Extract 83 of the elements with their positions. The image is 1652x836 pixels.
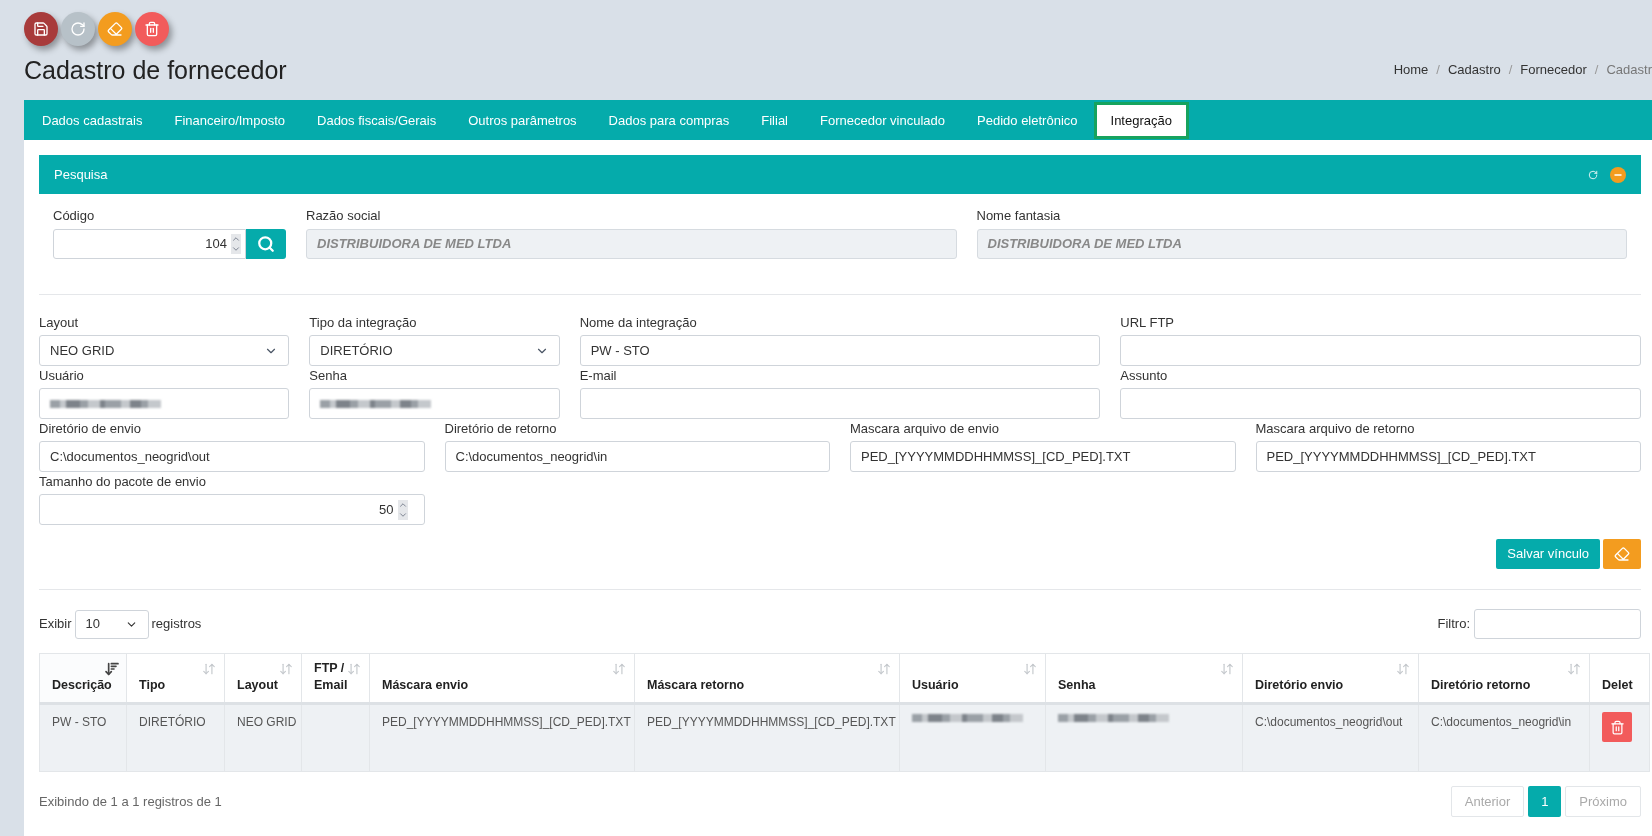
table-cell: C:\documentos_neogrid\out bbox=[1255, 715, 1403, 729]
filter-field[interactable] bbox=[1474, 609, 1641, 639]
table-cell: PED_[YYYYMMDDHHMMSS]_[CD_PED].TXT bbox=[647, 715, 896, 729]
tab[interactable]: Integração bbox=[1093, 102, 1189, 139]
column-header[interactable]: Senha bbox=[1045, 653, 1243, 704]
field-label: Nome da integração bbox=[579, 315, 698, 330]
table-cell: PW - STO bbox=[52, 715, 107, 729]
column-header[interactable]: Layout bbox=[224, 653, 302, 704]
breadcrumb-separator: / bbox=[1593, 60, 1600, 79]
refresh-icon[interactable] bbox=[1588, 169, 1598, 180]
breadcrumb-link[interactable]: Home bbox=[1393, 59, 1429, 79]
input-field[interactable] bbox=[579, 388, 1101, 419]
field-label: Assunto bbox=[1120, 368, 1169, 383]
collapse-button[interactable] bbox=[1610, 166, 1626, 183]
eraser-button[interactable] bbox=[1603, 539, 1641, 569]
column-header[interactable]: Máscara envio bbox=[369, 653, 635, 704]
field-label: E-mail bbox=[579, 368, 618, 383]
delete-row-button[interactable] bbox=[1602, 712, 1632, 742]
breadcrumb-link[interactable]: Cadastr bbox=[1606, 59, 1652, 79]
sort-icon[interactable] bbox=[104, 661, 120, 677]
input-field: DISTRIBUIDORA DE MED LTDA bbox=[976, 229, 1627, 259]
input-field[interactable] bbox=[1120, 388, 1641, 419]
column-header[interactable]: Delet bbox=[1589, 653, 1650, 704]
spinner-icon[interactable] bbox=[397, 499, 408, 520]
column-header[interactable]: Diretório envio bbox=[1242, 653, 1419, 704]
breadcrumb-link[interactable]: Fornecedor bbox=[1520, 59, 1587, 79]
number-field[interactable]: 50 bbox=[39, 494, 425, 525]
field-label: Mascara arquivo de retorno bbox=[1255, 421, 1416, 436]
records-info: Exibindo de 1 a 1 registros de 1 bbox=[39, 792, 222, 811]
input-field[interactable]: C:\documentos_neogrid\in bbox=[444, 441, 830, 472]
table-cell: C:\documentos_neogrid\in bbox=[1431, 715, 1572, 729]
field-label: Usuário bbox=[39, 368, 85, 383]
input-field[interactable] bbox=[1120, 335, 1641, 366]
input-field[interactable]: C:\documentos_neogrid\out bbox=[39, 441, 425, 472]
search-icon bbox=[257, 235, 275, 253]
field-label: Diretório de retorno bbox=[444, 421, 558, 436]
spinner-icon[interactable] bbox=[231, 234, 241, 254]
breadcrumb-link[interactable]: Cadastro bbox=[1448, 59, 1501, 79]
field-label: Diretório de envio bbox=[39, 421, 142, 436]
input-field[interactable] bbox=[39, 388, 290, 419]
select-field[interactable]: NEO GRID bbox=[39, 335, 290, 366]
filter-label: Filtro: bbox=[1437, 615, 1470, 634]
table-cell: DIRETÓRIO bbox=[139, 715, 206, 729]
field-label: URL FTP bbox=[1120, 315, 1176, 330]
page-title: Cadastro de fornecedor bbox=[24, 55, 287, 85]
field-label: Tipo da integração bbox=[309, 315, 418, 330]
column-header[interactable]: Descrição bbox=[39, 653, 127, 704]
eraser-icon bbox=[1614, 546, 1630, 562]
table-cell: PED_[YYYYMMDDHHMMSS]_[CD_PED].TXT bbox=[382, 715, 631, 729]
eraser-icon bbox=[107, 21, 123, 37]
field-label: Layout bbox=[39, 315, 80, 330]
table-cell: NEO GRID bbox=[237, 715, 297, 729]
field-label: Código bbox=[53, 208, 96, 223]
column-header[interactable]: Máscara retorno bbox=[634, 653, 900, 704]
column-header[interactable]: Diretório retorno bbox=[1418, 653, 1590, 704]
trash-icon bbox=[144, 21, 160, 37]
input-field[interactable]: PW - STO bbox=[579, 335, 1101, 366]
search-button[interactable] bbox=[246, 229, 286, 259]
panel-title: Pesquisa bbox=[54, 165, 108, 184]
input-field[interactable]: PED_[YYYYMMDDHHMMSS]_[CD_PED].TXT bbox=[850, 441, 1236, 472]
field-label: Tamanho do pacote de envio bbox=[39, 474, 207, 489]
column-header[interactable]: FTP / Email bbox=[301, 653, 370, 704]
page-size-select[interactable]: 10 bbox=[74, 609, 149, 639]
column-header[interactable]: Tipo bbox=[126, 653, 225, 704]
select-field[interactable]: DIRETÓRIO bbox=[309, 335, 560, 366]
save-button[interactable] bbox=[24, 12, 58, 46]
input-field: DISTRIBUIDORA DE MED LTDA bbox=[306, 229, 957, 259]
input-field[interactable] bbox=[309, 388, 560, 419]
number-field[interactable]: 104 bbox=[53, 229, 246, 259]
breadcrumb-separator: / bbox=[1507, 60, 1514, 79]
trash-icon bbox=[1609, 719, 1625, 735]
delete-button[interactable] bbox=[135, 12, 169, 46]
field-label: Senha bbox=[309, 368, 348, 383]
field-label: Razão social bbox=[306, 208, 382, 223]
refresh-icon bbox=[70, 21, 86, 37]
field-label: Nome fantasia bbox=[976, 208, 1062, 223]
eraser-button[interactable] bbox=[98, 12, 132, 46]
show-label: Exibir bbox=[39, 615, 72, 634]
input-field[interactable]: PED_[YYYYMMDDHHMMSS]_[CD_PED].TXT bbox=[1255, 441, 1641, 472]
breadcrumb-separator: / bbox=[1435, 60, 1441, 79]
column-header[interactable]: Usuário bbox=[899, 653, 1046, 704]
field-label: Mascara arquivo de envio bbox=[850, 421, 1000, 436]
records-label: registros bbox=[151, 615, 202, 634]
